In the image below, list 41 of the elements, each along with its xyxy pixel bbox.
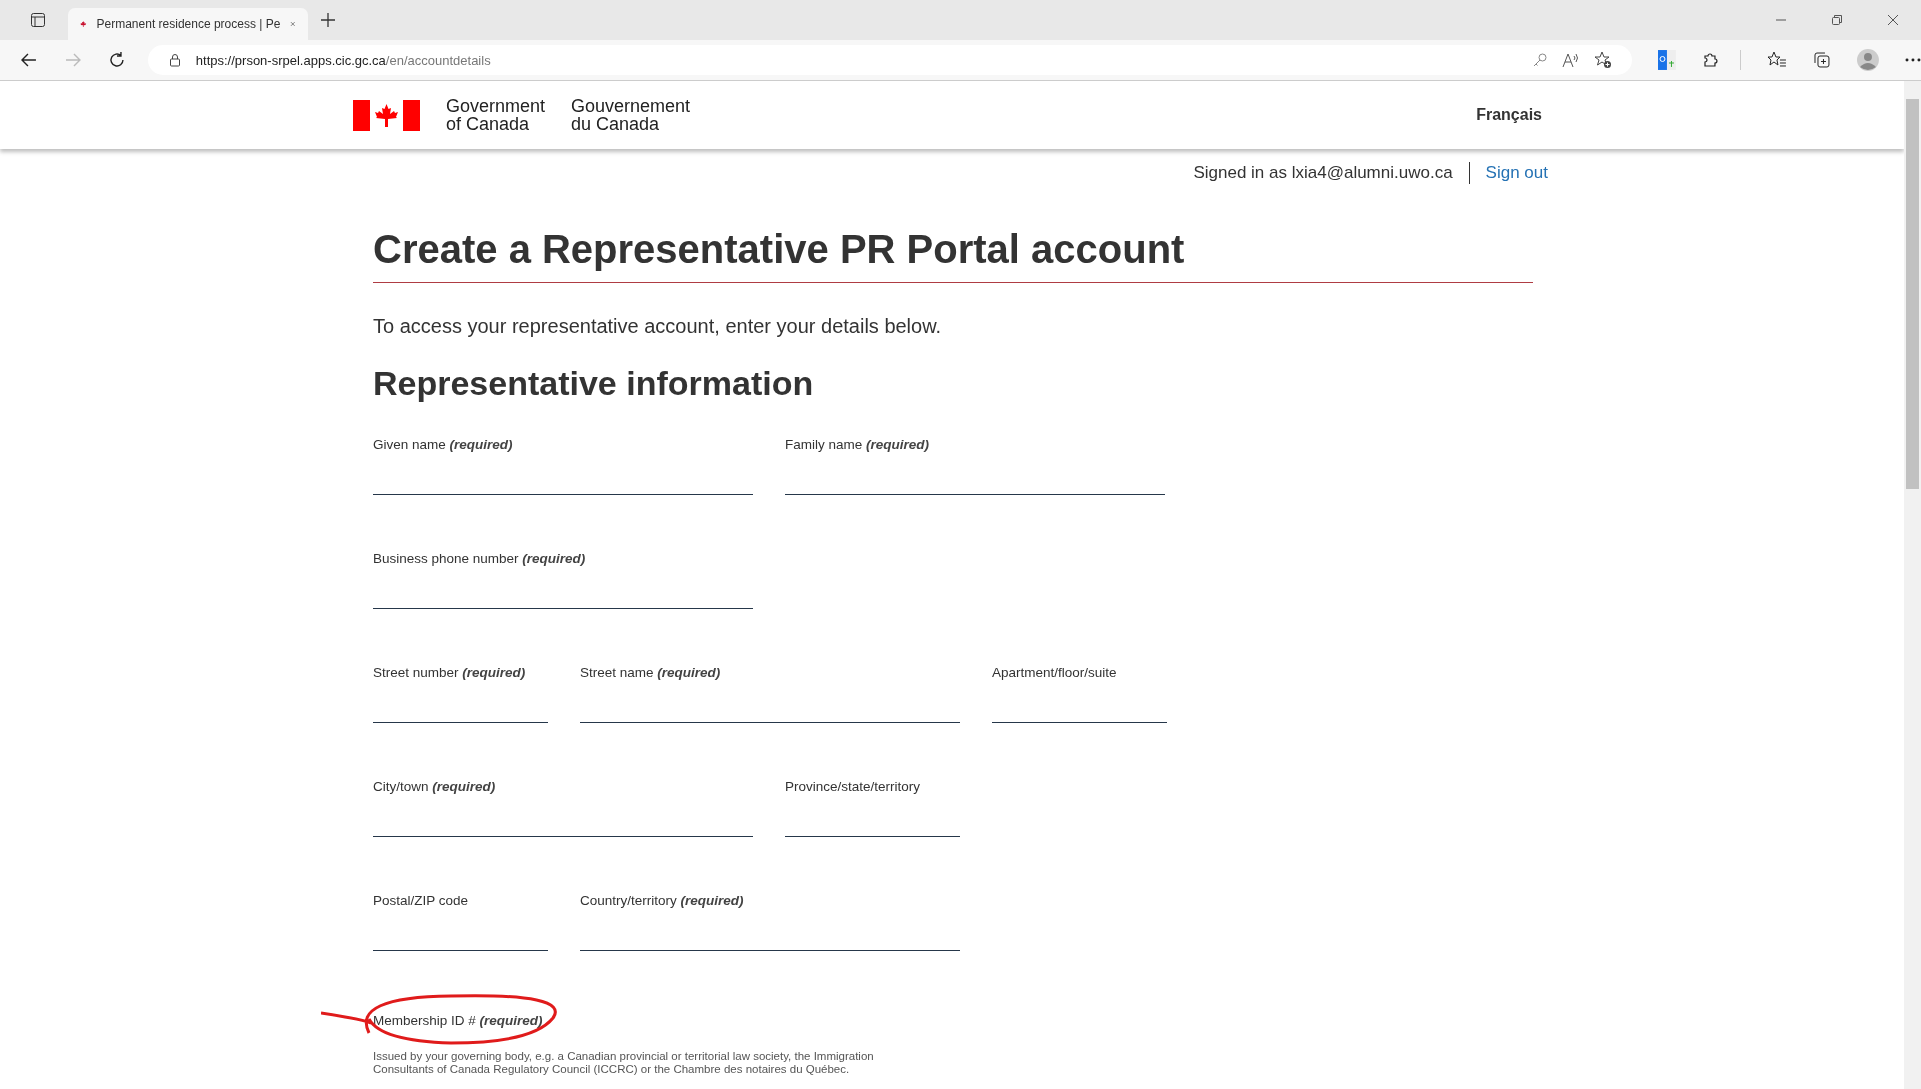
signed-in-text: Signed in as lxia4@alumni.uwo.ca: [1193, 163, 1453, 183]
tab-title: Permanent residence process | Pe: [96, 17, 281, 31]
field-label: Given name (required): [373, 437, 514, 452]
language-link[interactable]: Français: [1476, 106, 1542, 124]
refresh-icon[interactable]: [107, 51, 126, 69]
field-label: Apartment/floor/suite: [992, 665, 1118, 680]
page-title: Create a Representative PR Portal account: [373, 227, 1533, 283]
lock-icon: [167, 53, 182, 67]
canada-flag-icon: [353, 99, 420, 131]
close-icon[interactable]: [1887, 14, 1899, 26]
field-label: City/town (required): [373, 779, 497, 794]
key-icon[interactable]: [1532, 52, 1549, 68]
address-field[interactable]: https://prson-srpel.apps.cic.gc.ca/en/accountdetails: [147, 45, 1633, 75]
puzzle-icon[interactable]: [1702, 51, 1721, 69]
section-heading: Representative information: [373, 364, 815, 403]
field-label: Business phone number (required): [373, 551, 587, 566]
collections-icon[interactable]: [1813, 51, 1832, 69]
profile-avatar-icon[interactable]: [1857, 49, 1880, 71]
sign-out-link[interactable]: Sign out: [1485, 163, 1548, 183]
wordmark-french: Gouvernement du Canada: [571, 97, 691, 133]
url-text: https://prson-srpel.apps.cic.gc.ca/en/accountdetails: [195, 52, 491, 68]
read-aloud-icon[interactable]: [1562, 52, 1581, 68]
wordmark-english: Government of Canada: [446, 97, 546, 133]
new-tab-icon[interactable]: [320, 12, 336, 28]
field-label: Membership ID # (required): [373, 1013, 544, 1028]
field-label: Street number (required): [373, 665, 527, 680]
star-plus-icon[interactable]: [1594, 51, 1613, 69]
more-icon[interactable]: [1905, 58, 1921, 62]
field-label: Family name (required): [785, 437, 931, 452]
restore-icon[interactable]: [1831, 14, 1843, 26]
field-label: Street name (required): [580, 665, 722, 680]
intro-text: To access your representative account, enter your details below.: [373, 315, 943, 338]
scrollbar[interactable]: [1904, 81, 1921, 1089]
field-label: Province/state/territory: [785, 779, 922, 794]
favorites-icon[interactable]: [1767, 51, 1788, 69]
tab-actions-icon[interactable]: [30, 12, 46, 28]
help-text: Issued by your governing body, e.g. a Canadian provincial or territorial law society, the Immigration Consultants of Canada Regulatory Council (ICCRC) or the Chambre des notaires du Québec.: [373, 1050, 875, 1076]
back-arrow-icon[interactable]: [20, 51, 38, 69]
field-label: Postal/ZIP code: [373, 893, 470, 908]
browser-tab[interactable]: Permanent residence process | Pe: [68, 8, 308, 40]
field-label: Country/territory (required): [580, 893, 745, 908]
